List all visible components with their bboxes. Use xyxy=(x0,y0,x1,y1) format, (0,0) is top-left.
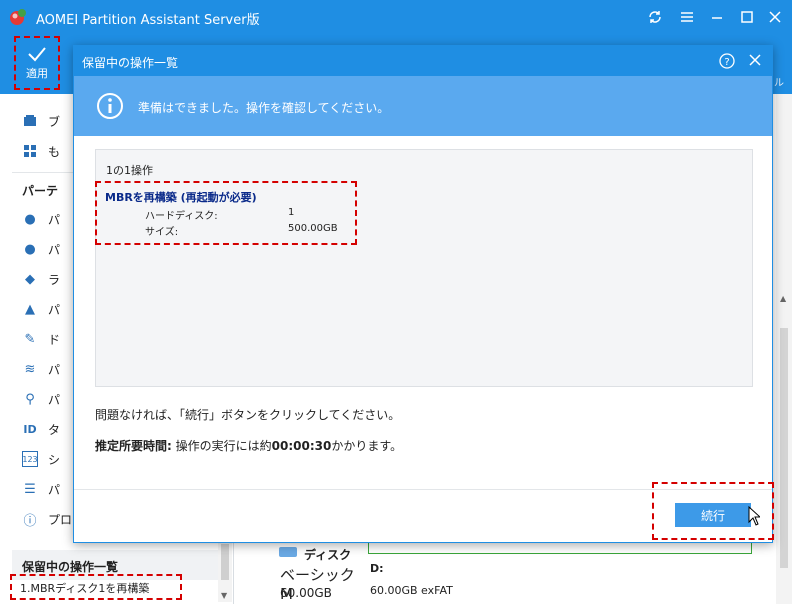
pending-operations-dialog: 保留中の操作一覧 ? 準備はできました。操作を確認してください。 1の1操作 問… xyxy=(73,45,773,543)
partition-letter: D: xyxy=(370,562,384,575)
dialog-titlebar: 保留中の操作一覧 ? xyxy=(74,46,772,76)
app-titlebar: AOMEI Partition Assistant Server版 xyxy=(0,0,792,34)
sidebar-item-label: プロ xyxy=(48,512,73,527)
dialog-note: 問題なければ、「続行」ボタンをクリックしてください。 xyxy=(95,408,401,422)
sidebar-item-1[interactable]: ● パ xyxy=(22,238,60,260)
scroll-up-icon[interactable]: ▲ xyxy=(780,294,786,303)
sidebar-item-label: ラ xyxy=(48,272,61,287)
scroll-down-icon[interactable]: ▼ xyxy=(221,591,227,600)
refresh-icon[interactable] xyxy=(644,6,666,28)
svg-text:?: ? xyxy=(724,57,729,68)
disk-size: 60.00GB xyxy=(280,586,332,600)
sidebar-item-5[interactable]: ≋ パ xyxy=(22,358,60,380)
sidebar-item-7[interactable]: ID タ xyxy=(22,418,60,440)
dialog-banner: 準備はできました。操作を確認してください。 xyxy=(74,76,772,136)
pie-check-icon: ● xyxy=(24,241,36,257)
help-icon[interactable]: ? xyxy=(718,52,736,70)
app-logo-icon xyxy=(10,9,26,25)
sidebar-item-10[interactable]: ⓘ プロ xyxy=(22,508,72,530)
minimize-icon[interactable] xyxy=(706,6,728,28)
estimated-time-suffix: かかります。 xyxy=(331,439,403,453)
scrollbar-thumb[interactable] xyxy=(780,328,788,568)
dialog-close-icon[interactable] xyxy=(746,51,764,69)
menu-icon[interactable] xyxy=(676,6,698,28)
sidebar-item-boot[interactable]: ブ xyxy=(22,110,60,132)
app-title: AOMEI Partition Assistant Server版 xyxy=(36,13,260,28)
scrollbar-thumb[interactable] xyxy=(221,544,229,580)
serial-icon: 123 xyxy=(22,451,38,467)
operation-row-value: 1 xyxy=(288,207,295,218)
sidebar-item-label: パ xyxy=(48,242,61,257)
banner-message: 準備はできました。操作を確認してください。 xyxy=(138,101,390,115)
pie-icon: ● xyxy=(24,211,36,227)
sidebar-item-0[interactable]: ● パ xyxy=(22,208,60,230)
sidebar-item-label: パ xyxy=(48,392,61,407)
apply-label: 適用 xyxy=(26,67,48,80)
broom-icon: ▲ xyxy=(25,301,35,317)
mouse-cursor-icon xyxy=(748,506,760,526)
sidebar-item-label: タ xyxy=(48,422,61,437)
sidebar-item-4[interactable]: ✎ ド xyxy=(22,328,60,350)
sidebar-item-8[interactable]: 123 シ xyxy=(22,448,60,470)
apply-button[interactable]: 適用 xyxy=(14,36,60,90)
estimated-time-prefix: 操作の実行には約 xyxy=(171,439,272,453)
align-icon: ☰ xyxy=(24,481,36,497)
sidebar-item-label: ブ xyxy=(48,114,61,129)
info-icon: ⓘ xyxy=(23,513,37,529)
estimated-time-label: 推定所要時間: xyxy=(95,439,172,453)
sidebar-scrollbar[interactable]: ▼ xyxy=(218,540,232,602)
operation-count: 1の1操作 xyxy=(106,164,153,177)
maximize-icon[interactable] xyxy=(736,6,758,28)
pencil-icon: ✎ xyxy=(24,331,36,347)
sidebar-item-label: パ xyxy=(48,212,61,227)
toolbar-right-fragment: ル xyxy=(774,78,784,89)
info-icon xyxy=(97,93,123,119)
operation-row-value: 500.00GB xyxy=(288,223,338,234)
more-icon xyxy=(22,143,38,159)
disk-icon xyxy=(279,547,297,557)
sidebar-item-3[interactable]: ▲ パ xyxy=(22,298,60,320)
search-icon: ⚲ xyxy=(25,391,35,407)
sidebar-item-label: パ xyxy=(48,482,61,497)
boot-icon xyxy=(22,113,38,129)
id-icon: ID xyxy=(23,422,37,436)
sidebar-item-label: パ xyxy=(48,362,61,377)
disk-name: ディスク xyxy=(304,548,352,562)
operation-row-label: ハードディスク: xyxy=(145,211,218,222)
sidebar-item-label: も xyxy=(48,144,61,159)
estimated-time: 推定所要時間: 操作の実行には約00:00:30かかります。 xyxy=(95,437,402,454)
partition-box[interactable]: D: 60.00GB exFAT xyxy=(368,540,752,604)
disk-card[interactable]: ディスク ベーシック M 60.00GB xyxy=(270,540,365,604)
sidebar-item-9[interactable]: ☰ パ xyxy=(22,478,60,500)
estimated-time-value: 00:00:30 xyxy=(271,439,332,453)
operation-entry: MBRを再構築 (再起動が必要) ハードディスク: 1 サイズ: 500.00G… xyxy=(95,181,357,245)
operation-row-label: サイズ: xyxy=(145,227,179,238)
sidebar-item-label: パ xyxy=(48,302,61,317)
sidebar-item-2[interactable]: ◆ ラ xyxy=(22,268,60,290)
partition-info: 60.00GB exFAT xyxy=(370,584,453,597)
sidebar-item-label: シ xyxy=(48,452,61,467)
pending-operation-item[interactable]: 1.MBRディスク1を再構築 xyxy=(10,574,182,600)
eye-hide-icon: ≋ xyxy=(24,361,36,377)
sidebar-item-label: ド xyxy=(48,332,61,347)
dialog-title: 保留中の操作一覧 xyxy=(82,56,179,70)
operation-title: MBRを再構築 (再起動が必要) xyxy=(105,191,257,204)
checkmark-icon xyxy=(28,47,46,62)
close-icon[interactable] xyxy=(764,6,786,28)
tag-icon: ◆ xyxy=(25,271,35,287)
continue-button[interactable]: 続行 xyxy=(675,503,751,527)
sidebar-item-6[interactable]: ⚲ パ xyxy=(22,388,60,410)
main-scrollbar[interactable]: ▲ xyxy=(776,94,792,604)
sidebar-section-title: パーテ xyxy=(22,184,59,198)
sidebar-item-more[interactable]: も xyxy=(22,140,60,162)
